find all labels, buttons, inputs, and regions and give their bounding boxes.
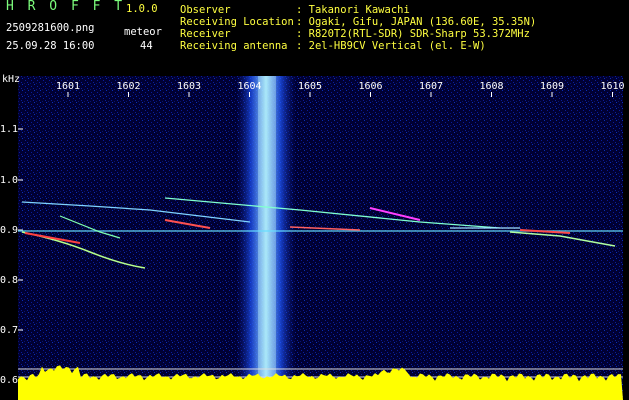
x-tick-label: 1608 <box>480 81 504 92</box>
x-tick-label: 1602 <box>117 81 141 92</box>
x-tick-label: 1607 <box>419 81 443 92</box>
y-tick-label: 1.0 <box>0 175 18 186</box>
spectrogram-area <box>18 76 623 400</box>
y-tick-label: 1.1 <box>0 124 18 135</box>
x-tick-label: 1610 <box>601 81 625 92</box>
x-tick-label: 1609 <box>540 81 564 92</box>
noise-band-core <box>258 76 276 400</box>
spectrogram-figure: 1601 1602 1603 1604 1605 1606 1607 1608 1609 1610… <box>0 74 625 400</box>
y-tick-label: 0.7 <box>0 325 18 336</box>
x-tick-label: 1605 <box>298 81 322 92</box>
y-tick-label: 0.9 <box>0 225 18 236</box>
x-tick-label: 1603 <box>177 81 201 92</box>
y-unit-label: kHz <box>2 74 20 85</box>
x-tick-label: 1604 <box>238 81 262 92</box>
x-tick-label: 1601 <box>56 81 80 92</box>
x-tick-label: 1606 <box>359 81 383 92</box>
y-tick-label: 0.8 <box>0 275 18 286</box>
y-tick-label: 0.6 <box>0 375 18 386</box>
